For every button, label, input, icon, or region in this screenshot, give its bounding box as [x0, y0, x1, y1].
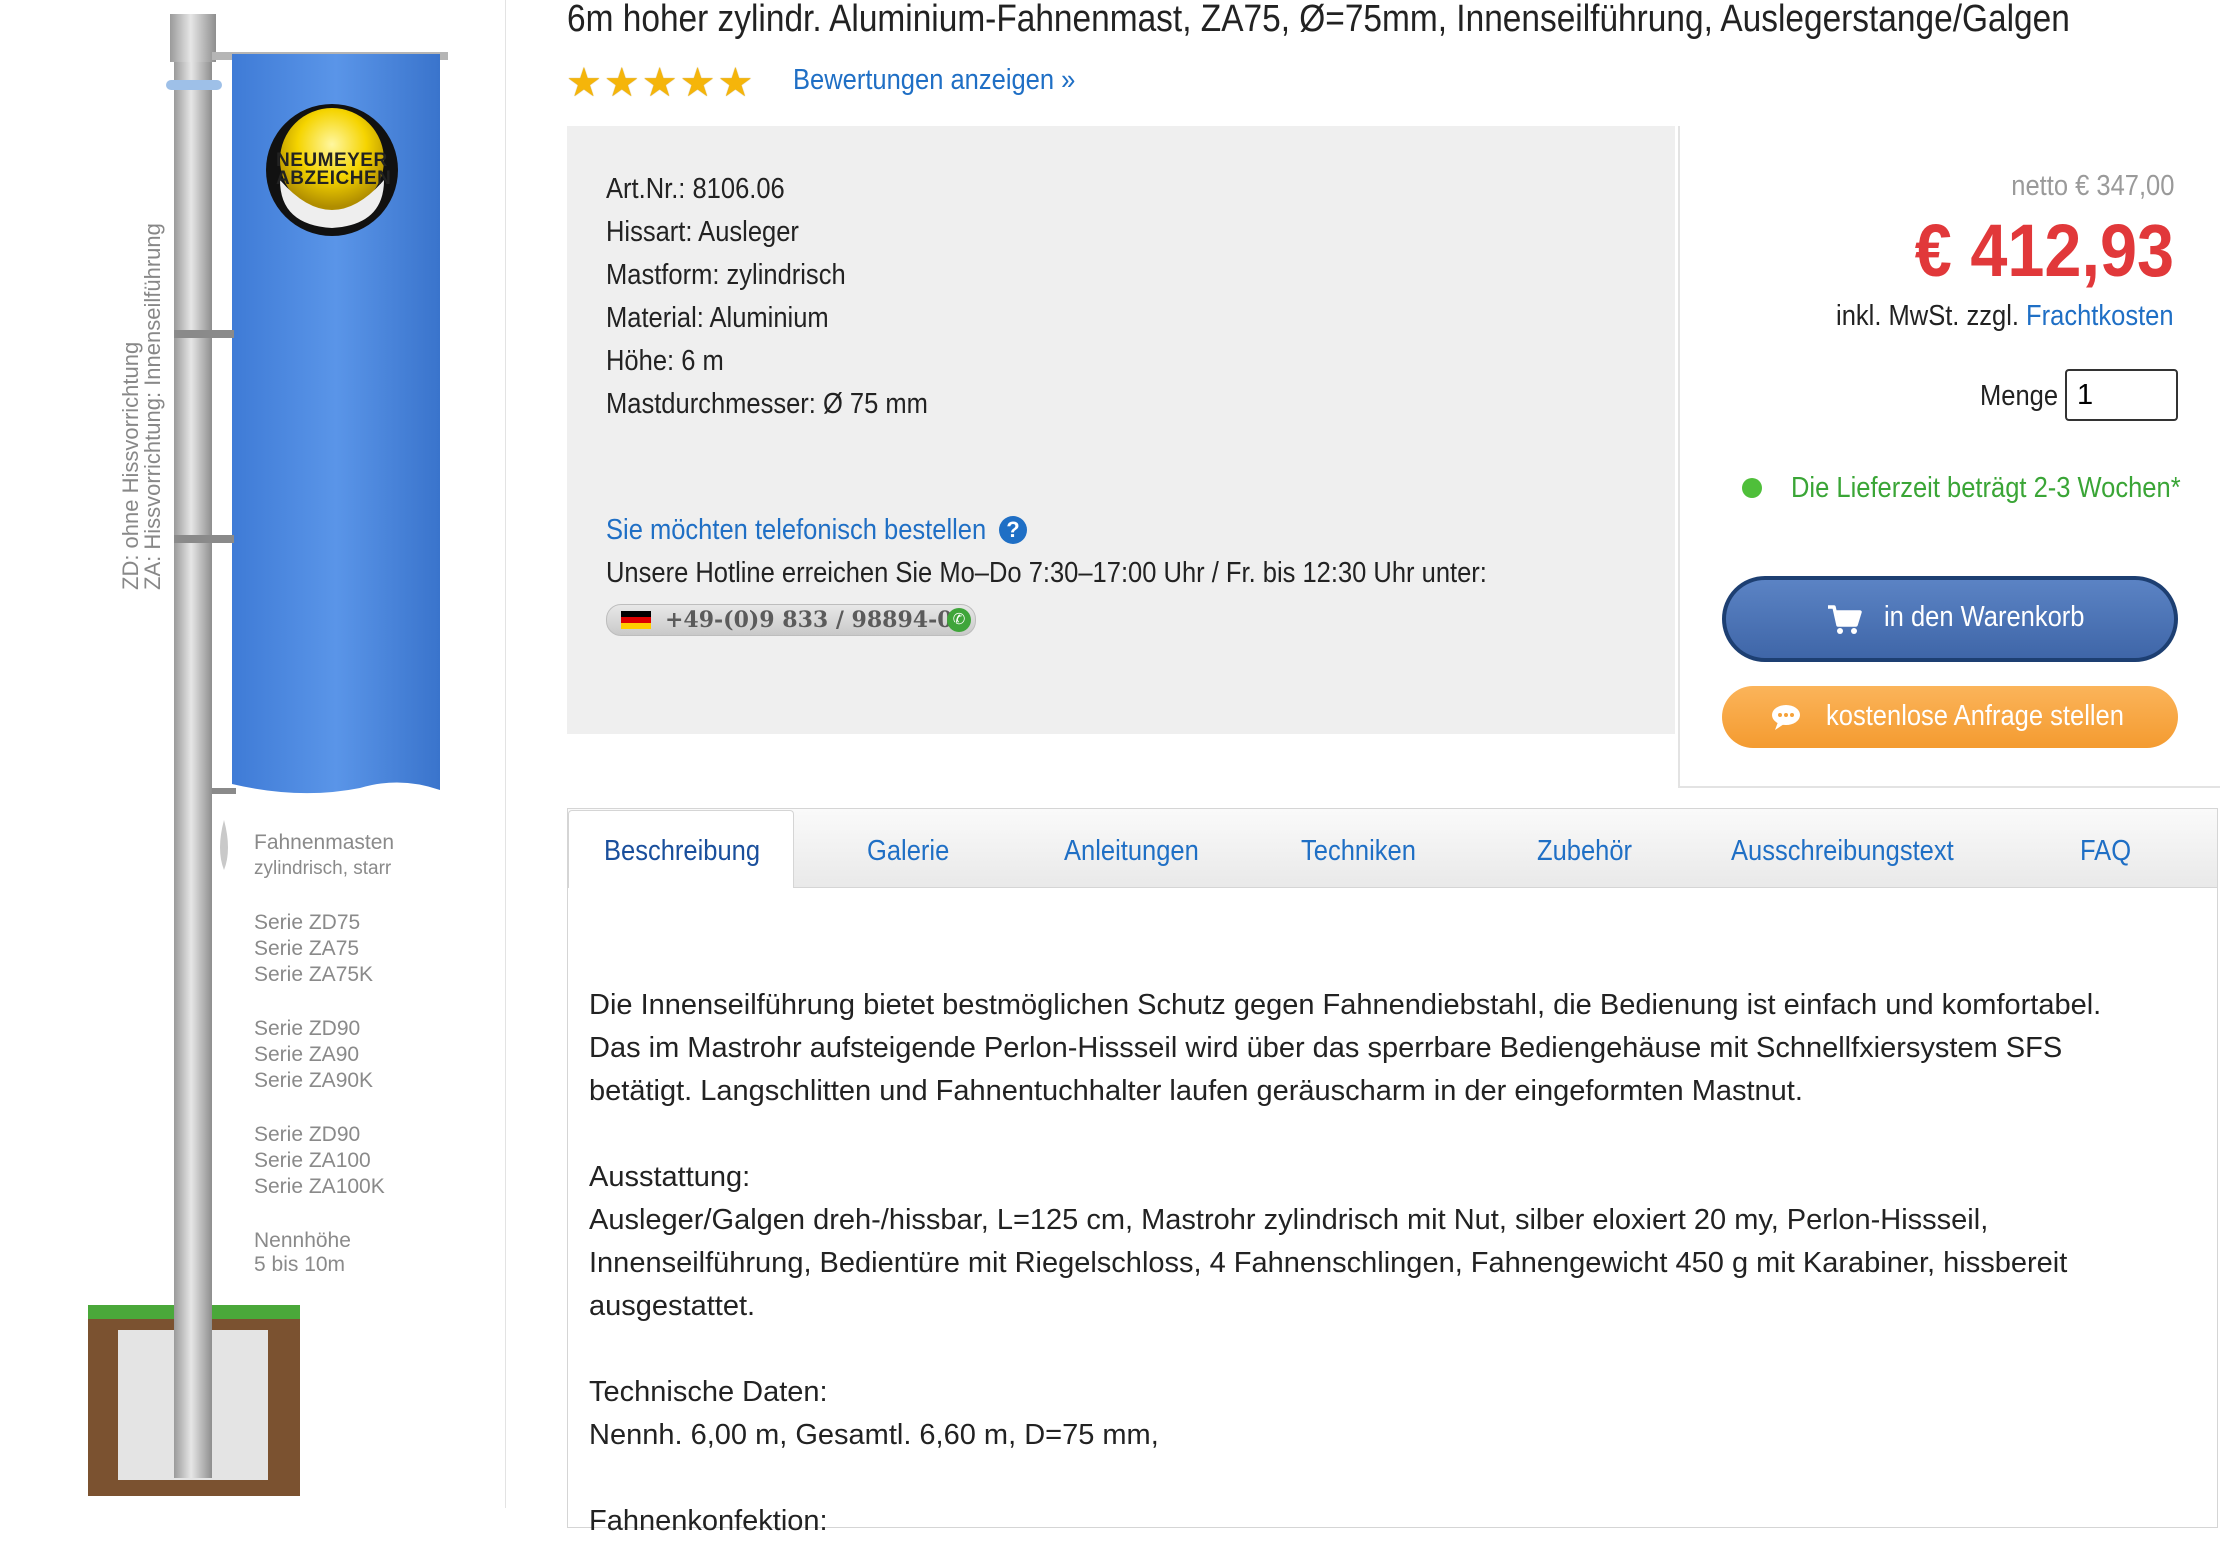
- panel-divider: [505, 0, 506, 1508]
- availability-indicator-icon: [1742, 478, 1762, 498]
- gross-price: € 412,93: [1914, 209, 2174, 292]
- vertical-label-za: ZA: Hissvorrichtung: Innenseilführung: [140, 223, 165, 590]
- phone-order-label: Sie möchten telefonisch bestellen: [606, 514, 987, 546]
- show-ratings-link[interactable]: Bewertungen anzeigen »: [793, 64, 1075, 97]
- delivery-time: Die Lieferzeit beträgt 2-3 Wochen*: [1791, 472, 2181, 504]
- logo-text: NEUMEYER ABZEICHEN: [276, 150, 391, 190]
- series-item: Serie ZA75K: [254, 963, 374, 986]
- quantity-label: Menge: [1980, 380, 2059, 412]
- german-flag-icon: [621, 611, 651, 629]
- quantity-input[interactable]: [2065, 369, 2178, 421]
- tab-accessories[interactable]: Zubehör: [1537, 835, 1632, 868]
- chat-bubble-icon: [1772, 705, 1800, 730]
- shipping-costs-link[interactable]: Frachtkosten: [2026, 300, 2174, 332]
- series-item: Serie ZD75: [254, 911, 361, 934]
- star-icon: ★: [679, 61, 716, 105]
- net-price: netto € 347,00: [2010, 170, 2174, 202]
- add-to-cart-label: in den Warenkorb: [1884, 601, 2085, 633]
- flagpole-illustration: [88, 14, 448, 1496]
- spec-article-number: Art.Nr.: 8106.06: [606, 173, 785, 205]
- add-to-cart-button[interactable]: in den Warenkorb: [1722, 576, 2178, 662]
- phone-number-badge[interactable]: +49-(0)9 833 / 98894-0 ✆: [606, 604, 976, 636]
- phone-icon: ✆: [947, 608, 971, 632]
- product-image[interactable]: ZD: ohne Hissvorrichtung ZA: Hissvorrich…: [0, 0, 505, 1508]
- technical-data-text: Nennh. 6,00 m, Gesamtl. 6,60 m, D=75 mm,: [589, 1419, 1159, 1451]
- spec-material: Material: Aluminium: [606, 302, 829, 334]
- phone-number: +49-(0)9 833 / 98894-0: [665, 607, 953, 633]
- series-item: Serie ZD90: [254, 1123, 361, 1146]
- vat-text: inkl. MwSt. zzgl.: [1836, 300, 2020, 332]
- vat-note: inkl. MwSt. zzgl. Frachtkosten: [1836, 300, 2174, 333]
- rating-stars[interactable]: ★ ★ ★ ★ ★: [566, 63, 753, 103]
- nominal-height-value: 5 bis 10m: [254, 1253, 346, 1276]
- star-icon: ★: [641, 61, 678, 105]
- spec-hoist-type: Hissart: Ausleger: [606, 216, 799, 248]
- spec-mast-form: Mastform: zylindrisch: [606, 259, 846, 291]
- series-caption: Fahnenmasten: [254, 831, 395, 854]
- series-item: Serie ZA90K: [254, 1069, 374, 1092]
- hotline-hours: Unsere Hotline erreichen Sie Mo–Do 7:30–…: [606, 557, 1487, 589]
- star-icon: ★: [717, 61, 754, 105]
- nominal-height-label: Nennhöhe: [254, 1229, 351, 1252]
- description-intro: Die Innenseilführung bietet bestmögliche…: [589, 989, 2102, 1107]
- series-item: Serie ZA90: [254, 1043, 360, 1066]
- tab-tender-text[interactable]: Ausschreibungstext: [1731, 835, 1954, 868]
- tab-techniques[interactable]: Techniken: [1301, 835, 1416, 868]
- series-item: Serie ZA100: [254, 1149, 371, 1172]
- equipment-heading: Ausstattung:: [589, 1161, 751, 1193]
- free-inquiry-label: kostenlose Anfrage stellen: [1826, 700, 2124, 732]
- spec-list: Art.Nr.: 8106.06 Hissart: Ausleger Mastf…: [606, 168, 928, 426]
- description-text: Die Innenseilführung bietet bestmögliche…: [589, 984, 2189, 1543]
- star-icon: ★: [566, 61, 602, 105]
- equipment-text: Ausleger/Galgen dreh-/hissbar, L=125 cm,…: [589, 1204, 2068, 1322]
- spec-diameter: Mastdurchmesser: Ø 75 mm: [606, 388, 928, 420]
- tab-description-label[interactable]: Beschreibung: [604, 835, 760, 868]
- logo-line-2: ABZEICHEN: [276, 168, 392, 189]
- star-icon: ★: [603, 61, 640, 105]
- series-caption-sub: zylindrisch, starr: [254, 858, 392, 879]
- tab-faq[interactable]: FAQ: [2080, 835, 2131, 868]
- series-item: Serie ZD90: [254, 1017, 361, 1040]
- help-icon[interactable]: ?: [999, 516, 1027, 544]
- technical-data-heading: Technische Daten:: [589, 1376, 828, 1408]
- free-inquiry-button[interactable]: kostenlose Anfrage stellen: [1722, 686, 2178, 748]
- spec-height: Höhe: 6 m: [606, 345, 724, 377]
- tab-gallery[interactable]: Galerie: [867, 835, 949, 868]
- product-title: 6m hoher zylindr. Aluminium-Fahnenmast, …: [567, 0, 2070, 40]
- tab-instructions[interactable]: Anleitungen: [1064, 835, 1199, 868]
- phone-order-link[interactable]: Sie möchten telefonisch bestellen?: [606, 514, 1027, 547]
- series-item: Serie ZA75: [254, 937, 360, 960]
- series-item: Serie ZA100K: [254, 1175, 385, 1198]
- cart-icon: [1828, 605, 1862, 634]
- series-list: Fahnenmasten zylindrisch, starr Serie ZD…: [254, 830, 394, 1278]
- flag-tailoring-heading: Fahnenkonfektion:: [589, 1505, 828, 1537]
